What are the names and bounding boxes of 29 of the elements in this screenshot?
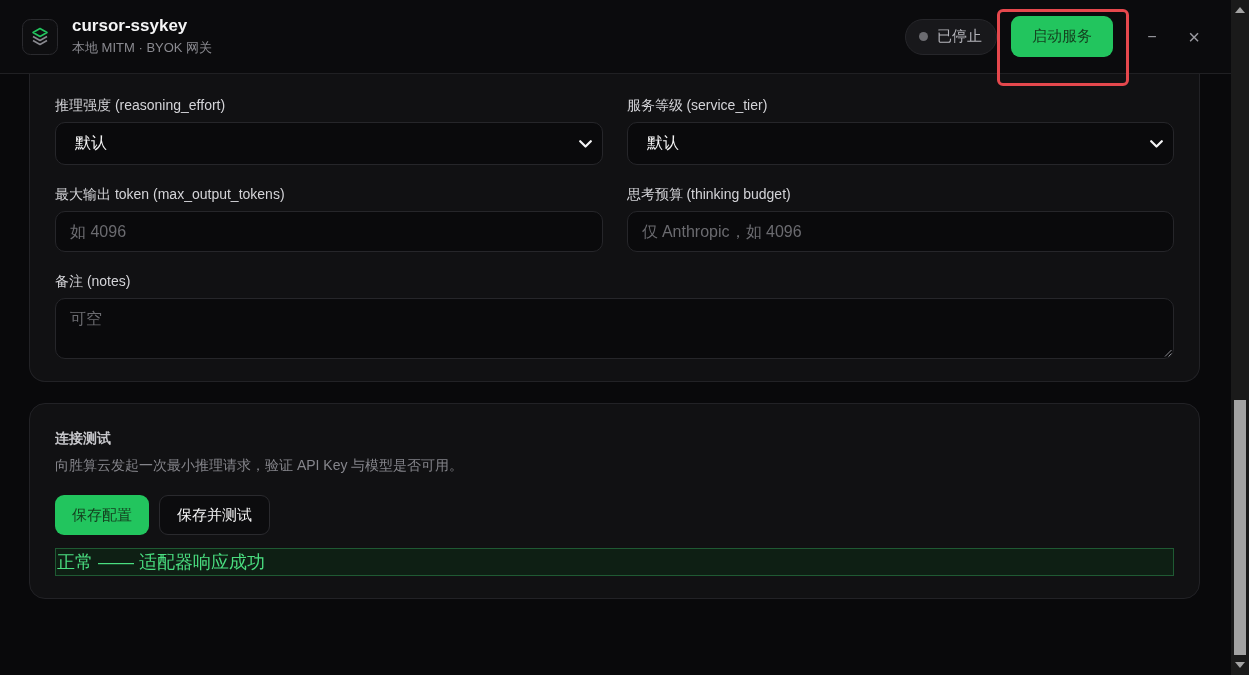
input-field[interactable]: 仅 Anthropic，如 4096 bbox=[626, 211, 1174, 252]
dropdown-select[interactable]: 默认 bbox=[626, 122, 1174, 165]
status-text: 已停止 bbox=[937, 27, 982, 46]
save-button[interactable]: 保存配置 bbox=[55, 495, 149, 535]
start-service-button[interactable]: 启动服务 bbox=[1011, 16, 1113, 57]
app-title: cursor-ssykey bbox=[72, 16, 189, 36]
scroll-down-icon[interactable] bbox=[1235, 662, 1245, 668]
field-label: 推理强度 (reasoning_effort) bbox=[55, 96, 226, 114]
scrollbar-thumb[interactable] bbox=[1234, 400, 1246, 655]
chevron-down-icon bbox=[578, 139, 592, 148]
field-label: 服务等级 (service_tier) bbox=[626, 96, 768, 114]
field-label: 备注 (notes) bbox=[55, 272, 131, 290]
dropdown-select[interactable]: 默认 bbox=[55, 122, 603, 165]
chevron-down-icon bbox=[1150, 139, 1163, 148]
field-label: 思考预算 (thinking budget) bbox=[626, 185, 791, 203]
notes-field[interactable]: 可空 bbox=[55, 298, 1174, 359]
section-title: 连接测试 bbox=[55, 429, 112, 447]
scrollbar[interactable] bbox=[1231, 0, 1249, 675]
resize-grip-icon bbox=[1164, 349, 1172, 357]
minimize-button[interactable]: − bbox=[1137, 21, 1167, 52]
scroll-up-icon[interactable] bbox=[1235, 7, 1245, 13]
layers-icon bbox=[22, 18, 58, 55]
result-message: 正常 —— 适配器响应成功 bbox=[55, 548, 1174, 576]
close-button[interactable]: × bbox=[1179, 21, 1209, 52]
app-subtitle: 本地 MITM · BYOK 网关 bbox=[72, 39, 213, 57]
save-and-test-button[interactable]: 保存并测试 bbox=[159, 495, 270, 535]
field-label: 最大输出 token (max_output_tokens) bbox=[55, 185, 285, 203]
section-description: 向胜算云发起一次最小推理请求，验证 API Key 与模型是否可用。 bbox=[55, 456, 465, 474]
input-field[interactable]: 如 4096 bbox=[55, 211, 603, 252]
